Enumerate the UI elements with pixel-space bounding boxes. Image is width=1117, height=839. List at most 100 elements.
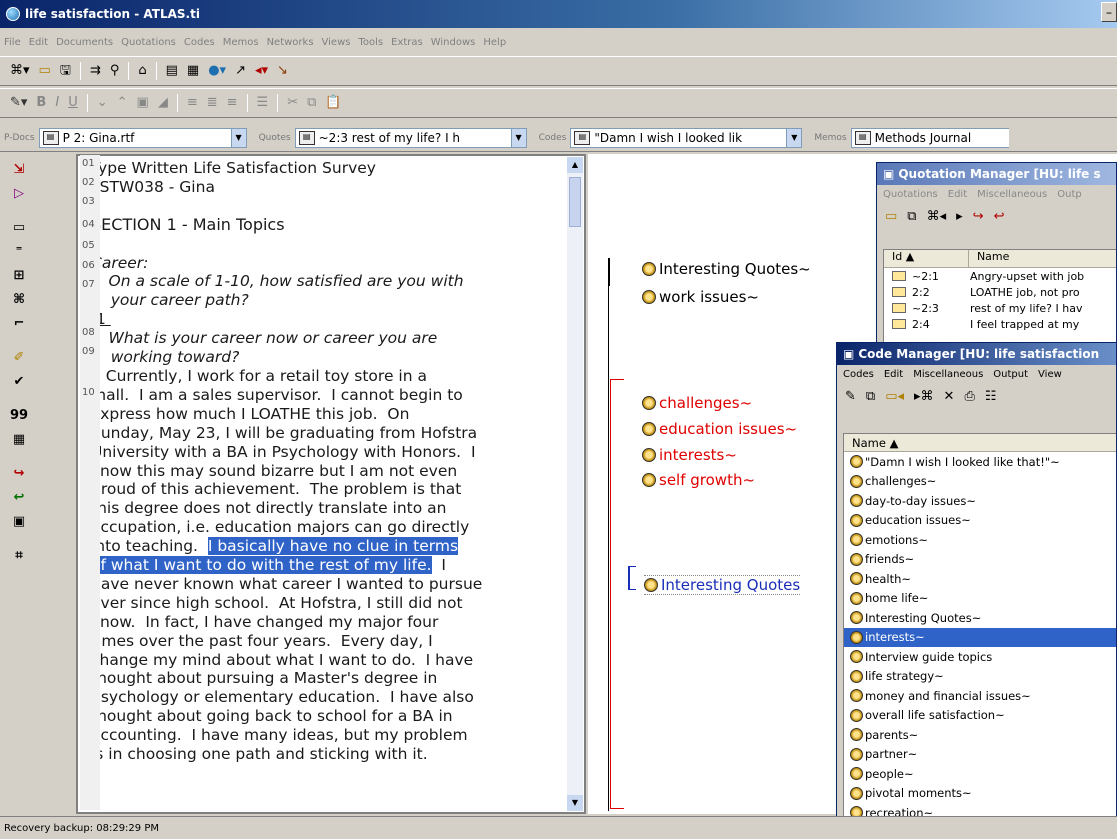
network-icon[interactable]: ⌘◂ — [927, 209, 947, 224]
underline-icon[interactable]: U — [68, 96, 78, 110]
quotes-select[interactable]: ▤ ~2:3 rest of my life? I h ▼ — [294, 127, 527, 148]
quote-icon[interactable]: ⁼ — [16, 244, 23, 268]
code-list-item[interactable]: money and financial issues~ — [844, 686, 1116, 706]
search-icon[interactable]: ⚲ — [110, 64, 120, 78]
check-icon[interactable]: ↘ — [277, 64, 288, 78]
picture-icon[interactable]: ▣ — [137, 96, 149, 110]
chevron-down-icon[interactable]: ▼ — [230, 128, 246, 147]
code-list-item[interactable]: home life~ — [844, 589, 1116, 609]
menu-edit[interactable]: Edit — [29, 37, 48, 48]
menu-memos[interactable]: Memos — [223, 37, 259, 48]
code-list-item[interactable]: pivotal moments~ — [844, 784, 1116, 804]
frame-icon[interactable]: ▣ — [13, 514, 25, 538]
list-icon[interactable]: ☰ — [257, 96, 269, 110]
link-icon[interactable]: ↪ — [14, 466, 25, 490]
chevron-down-icon[interactable]: ▼ — [510, 128, 526, 147]
code-list-item[interactable]: Interesting Quotes~ — [844, 608, 1116, 628]
italic-icon[interactable]: I — [55, 96, 59, 110]
table-row[interactable]: 2:2 LOATHE job, not pro — [884, 284, 1116, 300]
code-in-vivo-icon[interactable]: ✐ — [14, 350, 25, 374]
align-right-icon[interactable]: ≡ — [227, 96, 238, 110]
scroll-thumb[interactable] — [569, 177, 581, 227]
scroll-down-icon[interactable]: ▼ — [567, 795, 583, 811]
list-icon[interactable]: ☷ — [985, 389, 997, 404]
copy-icon[interactable]: ⧉ — [866, 389, 875, 404]
new-code-icon[interactable]: ✎ — [845, 389, 856, 404]
memos-select[interactable]: ▤ Methods Journal — [850, 127, 1009, 148]
play-icon[interactable]: ▷ — [14, 186, 24, 210]
network-icon[interactable]: ⌘▾ — [10, 64, 30, 78]
back-icon[interactable]: ◂▾ — [255, 64, 268, 78]
col-id[interactable]: Id ▲ — [884, 250, 969, 267]
code-list-item[interactable]: health~ — [844, 569, 1116, 589]
menu-file[interactable]: File — [4, 37, 21, 48]
doc-icon[interactable]: ▤ — [166, 64, 178, 78]
code-list-item[interactable]: emotions~ — [844, 530, 1116, 550]
menu-views[interactable]: Views — [322, 37, 351, 48]
bold-icon[interactable]: B — [36, 96, 46, 110]
memo-icon[interactable]: ⊞ — [14, 268, 25, 292]
eraser-icon[interactable]: ◢ — [158, 96, 168, 110]
margin-code[interactable]: Interesting Quotes~ — [642, 260, 811, 278]
grid-icon[interactable]: ▦ — [187, 64, 199, 78]
window-icon[interactable]: ▭ — [39, 64, 51, 78]
scroll-up-icon[interactable]: ▲ — [567, 157, 583, 173]
table-row[interactable]: ~2:3 rest of my life? I hav — [884, 300, 1116, 316]
document-pane[interactable]: Type Written Life Satisfaction Survey LS… — [76, 154, 586, 814]
code-list-item[interactable]: partner~ — [844, 745, 1116, 765]
menu-windows[interactable]: Windows — [431, 37, 476, 48]
align-center-icon[interactable]: ≣ — [207, 96, 218, 110]
paste-icon[interactable]: 📋 — [325, 96, 341, 110]
menu-quotations[interactable]: Quotations — [121, 37, 176, 48]
grid-icon[interactable]: ⌗ — [15, 548, 22, 572]
menu-tools[interactable]: Tools — [358, 37, 383, 48]
forward-icon[interactable]: ▸⌘ — [914, 389, 934, 404]
code-list-item[interactable]: day-to-day issues~ — [844, 491, 1116, 511]
table-row[interactable]: 2:4 I feel trapped at my — [884, 316, 1116, 332]
arrow-icon[interactable]: ↗ — [235, 64, 246, 78]
code-list-icon[interactable]: ⇲ — [14, 162, 25, 186]
menu-codes[interactable]: Codes — [184, 37, 215, 48]
document-text[interactable]: Type Written Life Satisfaction Survey LS… — [91, 159, 551, 764]
open-icon[interactable]: ⌂ — [138, 64, 146, 78]
chevron-down-icon[interactable]: ▼ — [786, 128, 802, 147]
menu-networks[interactable]: Networks — [267, 37, 314, 48]
unlink-icon[interactable]: ↩ — [14, 490, 25, 514]
globe-icon[interactable]: ●▾ — [208, 64, 226, 78]
chevron-down-icon[interactable]: ⌄ — [97, 96, 108, 110]
code-list-item[interactable]: Interview guide topics — [844, 647, 1116, 667]
link-icon[interactable]: ↪ — [973, 209, 984, 224]
margin-code[interactable]: self growth~ — [642, 471, 755, 489]
assign-icon[interactable]: ⇉ — [90, 64, 101, 78]
menu-documents[interactable]: Documents — [56, 37, 113, 48]
margin-code[interactable]: interests~ — [642, 446, 737, 464]
window-icon[interactable]: ▭◂ — [885, 389, 904, 404]
align-left-icon[interactable]: ≡ — [187, 96, 198, 110]
col-name[interactable]: Name ▲ — [844, 434, 1116, 452]
code-list-item[interactable]: friends~ — [844, 550, 1116, 570]
code-list-item[interactable]: "Damn I wish I looked like that!"~ — [844, 452, 1116, 472]
network-icon[interactable]: ⌘ — [13, 292, 25, 316]
margin-code[interactable]: work issues~ — [642, 288, 759, 306]
code-list-item[interactable]: education issues~ — [844, 511, 1116, 531]
codes-select[interactable]: ▤ "Damn I wish I looked lik ▼ — [570, 127, 803, 148]
margin-code-selected[interactable]: Interesting Quotes — [644, 575, 801, 595]
copy-icon[interactable]: ⧉ — [907, 209, 916, 224]
menu-help[interactable]: Help — [483, 37, 506, 48]
margin-code[interactable]: challenges~ — [642, 394, 752, 412]
code-list-item[interactable]: overall life satisfaction~ — [844, 706, 1116, 726]
code-list-item[interactable]: interests~ — [844, 627, 1116, 647]
print-icon[interactable]: ⎙ — [964, 389, 974, 404]
code-list-item[interactable]: challenges~ — [844, 472, 1116, 492]
code-list-item[interactable]: people~ — [844, 764, 1116, 784]
code-list-item[interactable]: parents~ — [844, 725, 1116, 745]
window-icon[interactable]: ▭ — [13, 220, 25, 244]
check-icon[interactable]: ✔ — [14, 374, 25, 398]
cut-icon[interactable]: ✂ — [287, 96, 298, 110]
chevron-up-icon[interactable]: ⌃ — [117, 96, 128, 110]
document-scrollbar[interactable]: ▲ ▼ — [567, 157, 583, 811]
minimize-button[interactable]: _ — [1101, 2, 1117, 22]
table-row[interactable]: ~2:1 Angry-upset with job — [884, 268, 1116, 284]
delete-icon[interactable]: ✕ — [944, 389, 955, 404]
copy-icon[interactable]: ⧉ — [307, 96, 316, 110]
